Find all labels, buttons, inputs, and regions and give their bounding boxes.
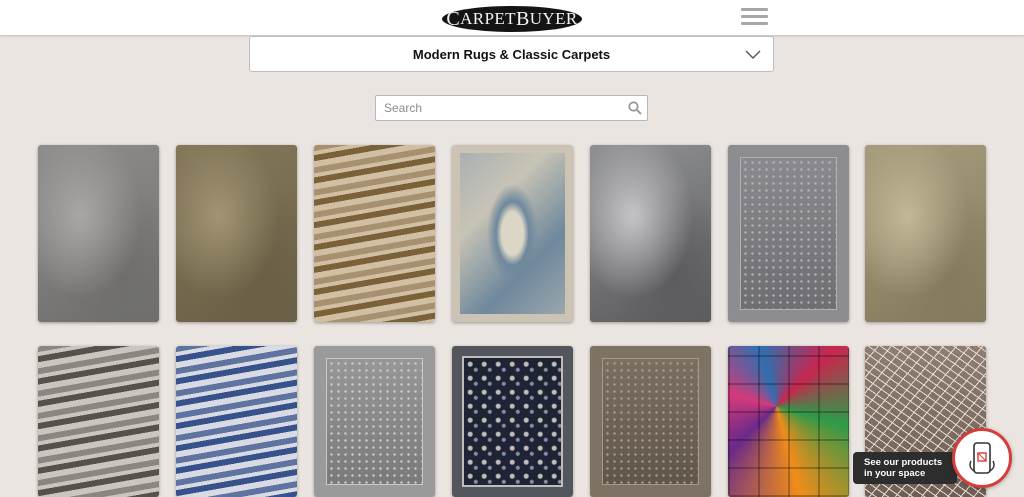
rug-card-stone-stripe-rug[interactable] xyxy=(38,346,159,497)
rug-card-silver-abstract-rug[interactable] xyxy=(590,145,711,322)
logo-text: ARPET xyxy=(460,9,516,28)
category-selected-label: Modern Rugs & Classic Carpets xyxy=(412,47,611,62)
rug-card-blue-medallion-rug[interactable] xyxy=(452,145,573,322)
category-dropdown[interactable]: Modern Rugs & Classic Carpets xyxy=(249,36,774,72)
rug-card-beige-floral-rug[interactable] xyxy=(865,145,986,322)
phone-ar-icon xyxy=(969,442,995,474)
search-input[interactable] xyxy=(376,96,616,120)
rug-card-olive-plain-rug[interactable] xyxy=(176,145,297,322)
ar-view-button[interactable] xyxy=(952,428,1012,488)
logo-text: B xyxy=(515,7,530,30)
rug-card-blue-white-abstract-rug[interactable] xyxy=(176,346,297,497)
rug-card-light-grey-border-rug[interactable] xyxy=(314,346,435,497)
logo-text: C xyxy=(446,7,461,30)
rug-card-navy-floral-rug[interactable] xyxy=(452,346,573,497)
carpetbuyer-logo[interactable]: C ARPET B UYER xyxy=(442,6,582,32)
top-navigation-bar: C ARPET B UYER xyxy=(0,0,1024,36)
ar-tooltip-line: See our products xyxy=(864,457,943,468)
rug-card-grey-vintage-rug[interactable] xyxy=(728,145,849,322)
rug-card-gold-distressed-rug[interactable] xyxy=(314,145,435,322)
ar-tooltip-line: in your space xyxy=(864,468,926,479)
search-icon[interactable] xyxy=(628,101,642,115)
rug-card-grey-abstract-rug[interactable] xyxy=(38,145,159,322)
search-field[interactable] xyxy=(375,95,648,121)
rug-card-patchwork-color-rug[interactable] xyxy=(728,346,849,497)
logo-text: UYER xyxy=(529,9,578,28)
chevron-down-icon xyxy=(745,50,761,59)
ar-tooltip[interactable]: See our products in your space xyxy=(853,452,957,484)
rug-card-taupe-border-rug[interactable] xyxy=(590,346,711,497)
hamburger-menu-icon[interactable] xyxy=(741,8,768,26)
